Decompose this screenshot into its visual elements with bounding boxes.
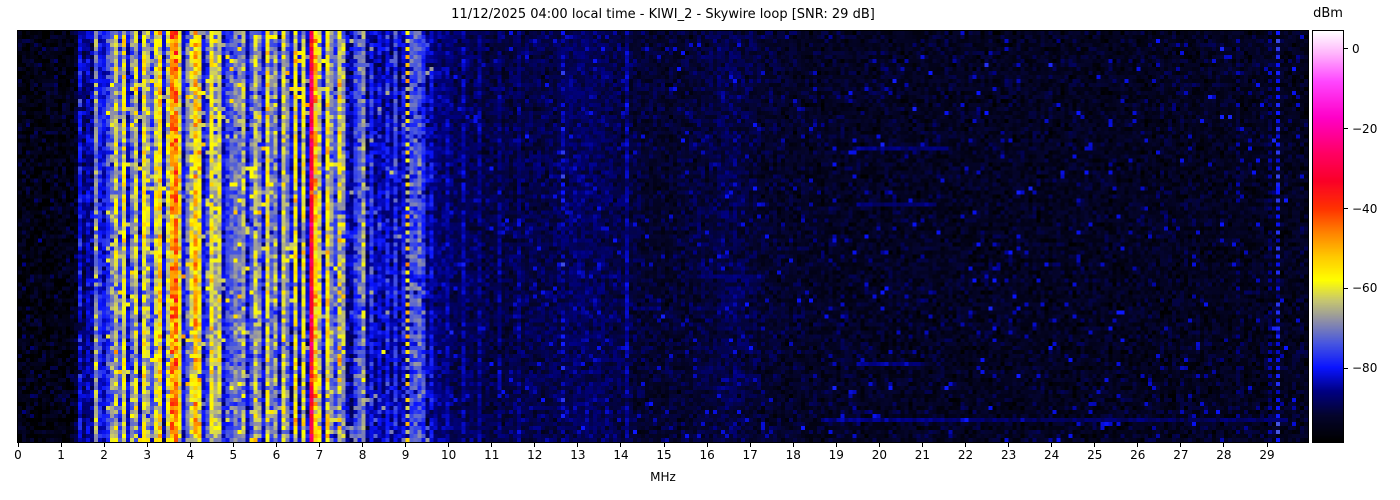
x-tick-label: 12 [527, 448, 543, 462]
x-tick-label: 15 [656, 448, 672, 462]
chart-title: 11/12/2025 04:00 local time - KIWI_2 - S… [451, 7, 875, 22]
x-tick-label: 25 [1087, 448, 1103, 462]
x-tick-label: 4 [186, 448, 195, 462]
x-tick-mark [534, 443, 536, 447]
colorbar-tick-mark [1344, 128, 1348, 130]
x-tick-mark [448, 443, 450, 447]
x-tick-mark [921, 443, 923, 447]
colorbar-tick-mark [1344, 287, 1348, 289]
x-tick-mark [1094, 443, 1096, 447]
x-tick-label: 29 [1259, 448, 1275, 462]
x-tick-label: 11 [484, 448, 500, 462]
waterfall-heatmap [18, 31, 1308, 442]
x-tick-label: 6 [272, 448, 281, 462]
colorbar-tick-mark [1344, 208, 1348, 210]
colorbar-tick-label: −60 [1352, 281, 1378, 296]
x-tick-label: 20 [871, 448, 888, 462]
x-tick-label: 26 [1130, 448, 1146, 462]
x-tick-mark [491, 443, 493, 447]
x-tick-label: 2 [100, 448, 108, 462]
x-tick-label: 7 [315, 448, 324, 462]
x-tick-mark [189, 443, 191, 447]
x-axis-label: MHz [650, 470, 676, 484]
x-tick-label: 8 [358, 448, 367, 462]
colorbar [1312, 30, 1344, 443]
x-tick-mark [275, 443, 277, 447]
x-tick-label: 23 [1000, 448, 1017, 462]
x-tick-label: 19 [828, 448, 844, 462]
x-tick-label: 27 [1173, 448, 1189, 462]
x-tick-label: 3 [143, 448, 152, 462]
x-tick-mark [103, 443, 105, 447]
x-tick-mark [405, 443, 407, 447]
x-tick-mark [878, 443, 880, 447]
colorbar-tick-label: −80 [1352, 361, 1378, 376]
x-tick-mark [749, 443, 751, 447]
x-tick-mark [1266, 443, 1268, 447]
x-tick-mark [620, 443, 622, 447]
x-tick-mark [1008, 443, 1010, 447]
x-tick-label: 22 [957, 448, 974, 462]
x-tick-label: 1 [57, 448, 65, 462]
x-tick-label: 0 [14, 448, 22, 462]
x-tick-label: 5 [229, 448, 238, 462]
x-tick-mark [835, 443, 837, 447]
x-tick-label: 18 [785, 448, 801, 462]
x-tick-label: 13 [570, 448, 586, 462]
x-tick-mark [663, 443, 665, 447]
x-tick-mark [146, 443, 148, 447]
x-tick-mark [1051, 443, 1053, 447]
x-tick-mark [17, 443, 19, 447]
x-tick-label: 10 [441, 448, 457, 462]
x-tick-mark [1137, 443, 1139, 447]
colorbar-label: dBm [1313, 6, 1343, 21]
colorbar-tick-mark [1344, 48, 1348, 50]
colorbar-tick-label: −20 [1352, 121, 1378, 136]
plot-area [17, 30, 1309, 443]
x-tick-label: 14 [613, 448, 629, 462]
x-tick-mark [965, 443, 967, 447]
x-tick-label: 17 [742, 448, 758, 462]
x-tick-mark [792, 443, 794, 447]
x-tick-label: 21 [914, 448, 931, 462]
colorbar-tick-label: 0 [1352, 41, 1360, 56]
x-tick-label: 9 [401, 448, 410, 462]
x-tick-mark [577, 443, 579, 447]
x-tick-label: 24 [1044, 448, 1060, 462]
x-tick-mark [60, 443, 62, 447]
x-tick-mark [232, 443, 234, 447]
x-tick-label: 28 [1216, 448, 1232, 462]
x-tick-label: 16 [699, 448, 715, 462]
colorbar-tick-mark [1344, 367, 1348, 369]
colorbar-tick-label: −40 [1352, 201, 1378, 216]
x-tick-mark [362, 443, 364, 447]
x-tick-mark [318, 443, 320, 447]
x-tick-mark [706, 443, 708, 447]
x-tick-mark [1180, 443, 1182, 447]
colorbar-gradient [1313, 31, 1343, 442]
x-tick-mark [1223, 443, 1225, 447]
